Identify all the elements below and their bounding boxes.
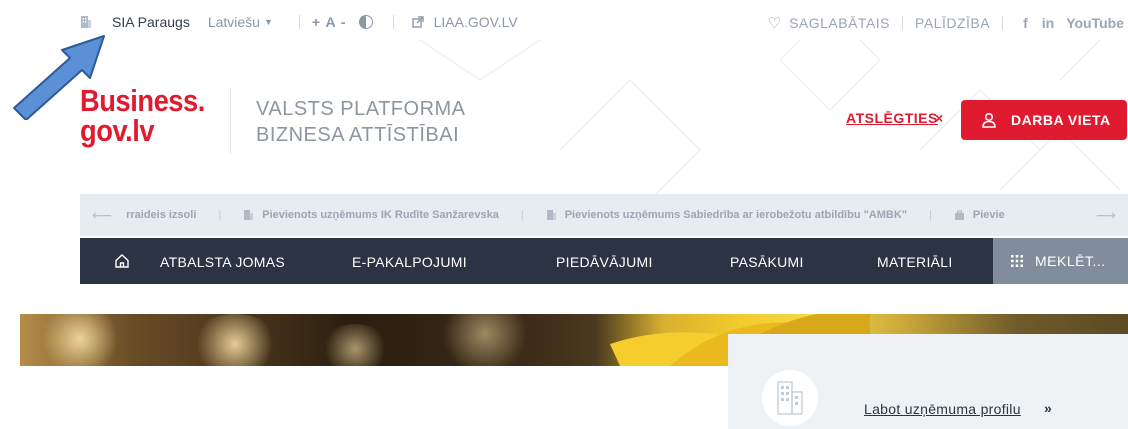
ticker-item[interactable]: rraideis izsoli	[126, 209, 196, 221]
close-icon[interactable]: ×	[935, 110, 943, 126]
edit-company-profile-link[interactable]: Labot uzņēmuma profilu	[864, 401, 1021, 417]
nav-item-materiali[interactable]: MATERIĀLI	[877, 254, 953, 270]
bokeh-light	[320, 324, 390, 366]
tagline-line-2: BIZNESA ATTĪSTĪBAI	[256, 124, 460, 146]
liaa-link[interactable]: LIAA.GOV.LV	[434, 14, 518, 30]
ticker-item[interactable]: Pievienots uzņēmums IK Rudīte Sanžarevsk…	[243, 209, 499, 221]
annotation-arrow-icon	[13, 35, 105, 120]
contrast-icon[interactable]	[358, 15, 373, 29]
main-nav: ATBALSTA JOMAS E-PAKALPOJUMI PIEDĀVĀJUMI…	[80, 238, 1128, 284]
utility-bar-left: SIA Paraugs Latviešu ▼ + A - LIAA.GOV.LV	[80, 14, 518, 30]
saved-link[interactable]: SAGLABĀTAIS	[789, 15, 890, 31]
nav-item-pasakumi[interactable]: PASĀKUMI	[730, 254, 804, 270]
grid-icon	[1011, 255, 1023, 267]
youtube-link[interactable]: YouTube	[1066, 15, 1124, 31]
tagline-line-1: VALSTS PLATFORMA	[256, 98, 466, 120]
logo-line-2: gov.lv	[80, 113, 155, 148]
site-tagline: VALSTS PLATFORMA BIZNESA ATTĪSTĪBAI	[256, 96, 466, 148]
person-icon	[982, 112, 996, 128]
divider	[1002, 16, 1004, 30]
facebook-link[interactable]: f	[1023, 15, 1028, 31]
chevron-right-icon[interactable]: »	[1044, 400, 1052, 416]
bokeh-light	[190, 314, 280, 366]
linkedin-link[interactable]: in	[1042, 15, 1054, 31]
chevron-down-icon[interactable]: ▼	[264, 17, 273, 27]
ticker-item-text: Pievie	[972, 209, 1005, 221]
company-name-link[interactable]: SIA Paraugs	[112, 14, 190, 30]
nav-item-e-pakalpojumi[interactable]: E-PAKALPOJUMI	[352, 254, 467, 270]
company-profile-card: Labot uzņēmuma profilu »	[728, 334, 1128, 429]
nav-item-piedavajumi[interactable]: PIEDĀVĀJUMI	[556, 254, 653, 270]
job-vacancy-label: DARBA VIETA	[1011, 112, 1111, 128]
ticker-item[interactable]: Pievie	[954, 209, 1005, 221]
building-icon	[244, 210, 254, 220]
arrow-right-icon[interactable]: ⟶	[1096, 207, 1116, 224]
briefcase-icon	[954, 210, 964, 220]
news-ticker: ⟵ rraideis izsoli | Pievienots uzņēmums …	[80, 194, 1128, 236]
utility-bar: SIA Paraugs Latviešu ▼ + A - LIAA.GOV.LV…	[0, 0, 1128, 44]
help-link[interactable]: PALĪDZĪBA	[915, 15, 990, 31]
ticker-item-text: rraideis izsoli	[126, 209, 197, 221]
logout-link[interactable]: ATSLĒGTIES	[846, 110, 938, 126]
bokeh-light	[440, 314, 530, 366]
ticker-item[interactable]: Pievienots uzņēmums Sabiedrība ar ierobe…	[546, 209, 907, 221]
divider	[298, 15, 300, 29]
home-icon[interactable]	[114, 253, 130, 269]
utility-bar-right: ♡ SAGLABĀTAIS PALĪDZĪBA f in YouTube	[768, 14, 1124, 32]
heart-icon[interactable]: ♡	[768, 14, 781, 32]
bokeh-light	[40, 314, 120, 366]
nav-item-atbalsta-jomas[interactable]: ATBALSTA JOMAS	[160, 254, 285, 270]
office-building-icon	[777, 381, 803, 415]
arrow-left-icon[interactable]: ⟵	[92, 207, 112, 224]
building-icon	[546, 210, 556, 220]
divider: |	[929, 209, 932, 221]
divider: |	[520, 209, 524, 221]
building-icon	[81, 16, 91, 28]
divider: |	[218, 209, 222, 221]
ticker-item-text: Pievienots uzņēmums IK Rudīte Sanžarevsk…	[262, 209, 499, 221]
font-size-control[interactable]: + A -	[312, 14, 347, 30]
search-label: MEKLĒT...	[1035, 253, 1106, 269]
ticker-item-text: Pievienots uzņēmums Sabiedrība ar ierobe…	[564, 209, 908, 221]
divider	[902, 16, 904, 30]
external-link-icon	[411, 16, 424, 28]
job-vacancy-button[interactable]: DARBA VIETA	[961, 100, 1127, 140]
card-icon-circle	[762, 370, 818, 426]
search-button[interactable]: MEKLĒT...	[993, 238, 1128, 284]
language-select[interactable]: Latviešu	[208, 14, 260, 30]
logo-divider	[230, 88, 231, 154]
divider	[392, 15, 394, 29]
